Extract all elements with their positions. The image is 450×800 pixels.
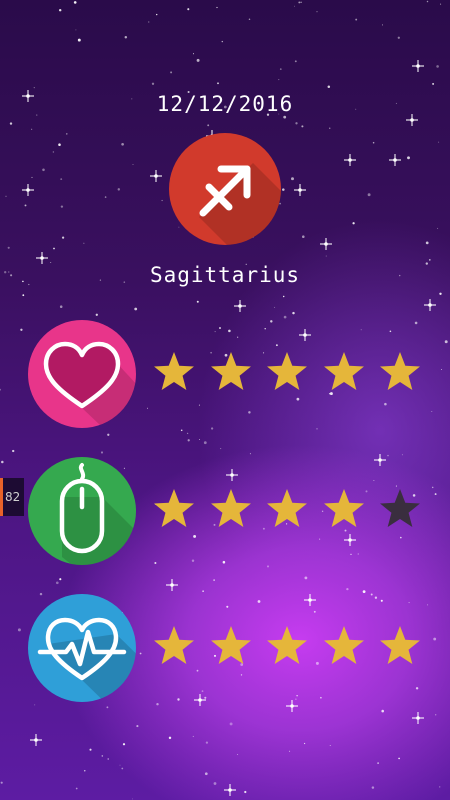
star-filled-icon — [210, 489, 251, 527]
star-filled-icon — [267, 352, 307, 390]
star-filled-icon — [323, 489, 364, 527]
star-filled-icon — [323, 352, 364, 390]
star-filled-icon — [210, 352, 251, 390]
star-filled-icon — [380, 352, 420, 390]
rating-row-work[interactable] — [28, 457, 428, 567]
zodiac-sign-name: Sagittarius — [149, 263, 301, 287]
star-filled-icon — [154, 352, 194, 390]
love-category-circle — [28, 320, 136, 428]
side-tab[interactable]: 82 — [0, 478, 24, 516]
heart-icon — [43, 341, 136, 428]
sagittarius-arrow-icon — [199, 163, 281, 245]
rating-row-health[interactable] — [28, 594, 428, 704]
star-filled-icon — [154, 626, 194, 664]
star-empty-icon — [380, 489, 420, 527]
computer-mouse-icon — [59, 463, 136, 565]
health-category-circle — [28, 594, 136, 702]
star-filled-icon — [210, 626, 251, 664]
star-filled-icon — [380, 626, 420, 664]
star-filled-icon — [323, 626, 364, 664]
zodiac-badge[interactable] — [169, 133, 281, 245]
date-label: 12/12/2016 — [156, 92, 294, 116]
rating-row-love[interactable] — [28, 320, 428, 430]
star-filled-icon — [267, 489, 307, 527]
work-category-circle — [28, 457, 136, 565]
love-star-rating — [152, 350, 428, 400]
star-filled-icon — [267, 626, 307, 664]
work-star-rating — [152, 487, 428, 537]
health-star-rating — [152, 624, 428, 674]
star-filled-icon — [154, 489, 194, 527]
heartbeat-icon — [37, 617, 136, 702]
